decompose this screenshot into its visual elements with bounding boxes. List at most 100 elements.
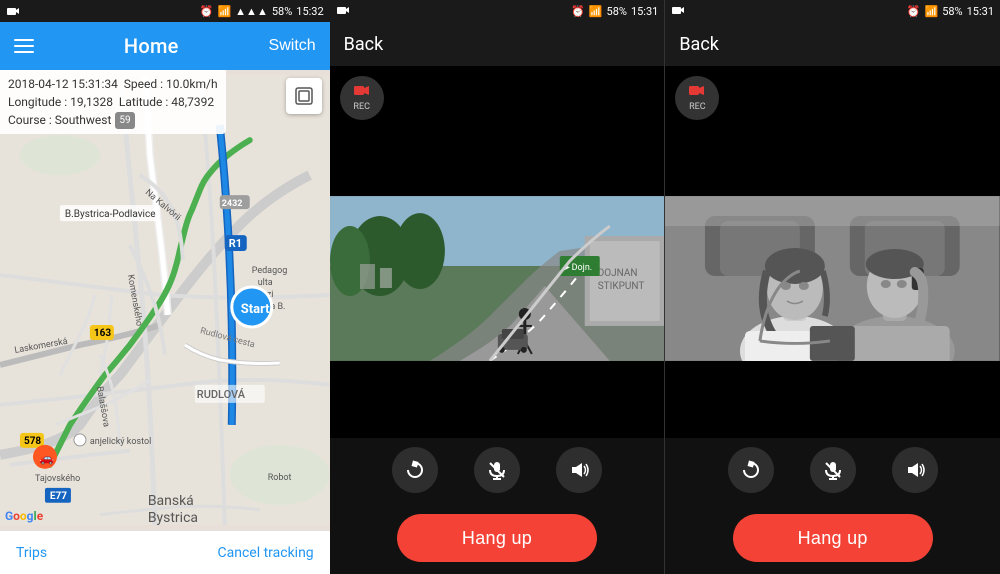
hang-up-button-3[interactable]: Hang up (733, 514, 933, 562)
svg-text:Google: Google (5, 509, 44, 523)
menu-icon[interactable] (14, 39, 34, 53)
speed: Speed : 10.0km/h (124, 77, 218, 91)
dashcam-feed: DOJNAN STIKPUNT ►Dojn. (330, 196, 665, 361)
camera-icon-2 (336, 5, 350, 15)
svg-text:ulta: ulta (258, 278, 273, 288)
svg-text:STIKPUNT: STIKPUNT (597, 281, 644, 292)
switch-button[interactable]: Switch (269, 37, 316, 55)
datetime: 2018-04-12 15:31:34 (8, 77, 118, 91)
rotate-icon-3 (740, 459, 762, 481)
svg-text:DOJNAN: DOJNAN (597, 268, 637, 279)
video-panel-dashcam: ⏰ 📶 58% 15:31 Back REC (330, 0, 665, 574)
datetime-speed-row: 2018-04-12 15:31:34 Speed : 10.0km/h (8, 75, 218, 93)
svg-text:🚗: 🚗 (39, 451, 54, 465)
volume-icon (568, 459, 590, 481)
app-title: Home (124, 34, 179, 58)
svg-text:578: 578 (24, 436, 41, 447)
dashcam-scene-svg: DOJNAN STIKPUNT ►Dojn. (330, 196, 665, 361)
trips-link[interactable]: Trips (16, 545, 47, 561)
volume-icon-3 (904, 459, 926, 481)
rec-button-2[interactable]: REC (340, 76, 384, 120)
alarm-icon: ⏰ (200, 5, 214, 18)
hang-up-row-2: Hang up (330, 502, 665, 574)
rec-icon-2 (354, 85, 370, 101)
rec-icon-3 (689, 85, 705, 101)
status-bar-dashcam: ⏰ 📶 58% 15:31 (330, 0, 665, 22)
status-left-3 (671, 5, 685, 18)
mic-button-2[interactable] (474, 447, 520, 493)
wifi-icon-2: 📶 (589, 5, 603, 18)
video-black-top-3: REC (665, 66, 1000, 196)
map-svg: anjelický kostol B.Bystrica-Podlavice La… (0, 70, 330, 530)
wifi-icon-3: 📶 (924, 5, 938, 18)
volume-button-3[interactable] (892, 447, 938, 493)
course-badge: 59 (115, 112, 134, 129)
mic-icon (486, 459, 508, 481)
svg-text:Tajovského: Tajovského (35, 474, 80, 484)
battery-text: 58% (272, 5, 292, 18)
svg-text:Banská: Banská (148, 493, 194, 509)
svg-text:R1: R1 (229, 237, 242, 250)
rec-label-2: REC (353, 102, 370, 112)
volume-button-2[interactable] (556, 447, 602, 493)
video-controls-2 (330, 438, 665, 502)
alarm-icon-3: ⏰ (907, 5, 921, 18)
video-black-bottom-2 (330, 361, 665, 438)
time-2: 15:31 (631, 5, 658, 18)
video-black-top-2: REC (330, 66, 665, 196)
svg-text:E77: E77 (50, 491, 67, 502)
svg-text:Robot: Robot (268, 473, 292, 483)
interior-feed (665, 196, 1000, 361)
svg-text:Start: Start (241, 302, 270, 317)
video-rec-icon-3 (689, 85, 705, 97)
mic-button-3[interactable] (810, 447, 856, 493)
video-top-bar-3[interactable]: Back (665, 22, 1000, 66)
latitude: Latitude : 48,7392 (119, 95, 214, 109)
svg-text:B.Bystrica-Podlavice: B.Bystrica-Podlavice (65, 209, 156, 220)
info-bar: 2018-04-12 15:31:34 Speed : 10.0km/h Lon… (0, 70, 226, 134)
map-panel: ⏰ 📶 ▲▲▲ 58% 15:32 Home Switch 2018-04-12… (0, 0, 330, 574)
hang-up-row-3: Hang up (665, 502, 1000, 574)
rec-button-3[interactable]: REC (675, 76, 719, 120)
svg-text:anjelický kostol: anjelický kostol (90, 437, 151, 447)
map-area[interactable]: anjelický kostol B.Bystrica-Podlavice La… (0, 70, 330, 530)
status-bar-left (6, 6, 20, 16)
video-controls-3 (665, 438, 1000, 502)
svg-text:RUDLOVÁ: RUDLOVÁ (197, 388, 246, 401)
map-overlay-button[interactable] (286, 78, 322, 114)
video-rec-icon (354, 85, 370, 97)
video-panel-interior: ⏰ 📶 58% 15:31 Back REC (665, 0, 1000, 574)
mic-icon-3 (822, 459, 844, 481)
svg-text:2432: 2432 (222, 199, 243, 209)
time-map: 15:32 (296, 5, 323, 18)
cancel-tracking-link[interactable]: Cancel tracking (217, 545, 313, 561)
bottom-bar: Trips Cancel tracking (0, 530, 330, 574)
rotate-button-3[interactable] (728, 447, 774, 493)
wifi-icon: 📶 (217, 5, 231, 18)
map-container: anjelický kostol B.Bystrica-Podlavice La… (0, 70, 330, 530)
alarm-icon-2: ⏰ (571, 5, 585, 18)
status-bar-right: ⏰ 📶 ▲▲▲ 58% 15:32 (200, 5, 324, 18)
course: Course : Southwest (8, 111, 111, 129)
back-label-2: Back (344, 34, 384, 55)
svg-text:Pedagog: Pedagog (252, 266, 288, 276)
battery-2: 58% (607, 5, 627, 18)
camera-icon (6, 6, 20, 16)
longitude: Longitude : 19,1328 (8, 95, 113, 109)
status-right-2: ⏰ 📶 58% 15:31 (571, 5, 658, 18)
battery-3: 58% (942, 5, 962, 18)
hang-up-button-2[interactable]: Hang up (397, 514, 597, 562)
rotate-button-2[interactable] (392, 447, 438, 493)
rec-label-3: REC (689, 102, 706, 112)
interior-scene-svg (665, 196, 1000, 361)
status-bar-left-2 (336, 5, 350, 18)
coords-row: Longitude : 19,1328 Latitude : 48,7392 (8, 93, 218, 111)
layers-icon (294, 86, 314, 106)
svg-text:163: 163 (94, 328, 111, 339)
status-bar-interior: ⏰ 📶 58% 15:31 (665, 0, 1000, 22)
signal-icon: ▲▲▲ (235, 5, 268, 18)
status-bar-map: ⏰ 📶 ▲▲▲ 58% 15:32 (0, 0, 330, 22)
status-right-3: ⏰ 📶 58% 15:31 (907, 5, 994, 18)
video-top-bar-2[interactable]: Back (330, 22, 665, 66)
course-row: Course : Southwest 59 (8, 111, 218, 129)
